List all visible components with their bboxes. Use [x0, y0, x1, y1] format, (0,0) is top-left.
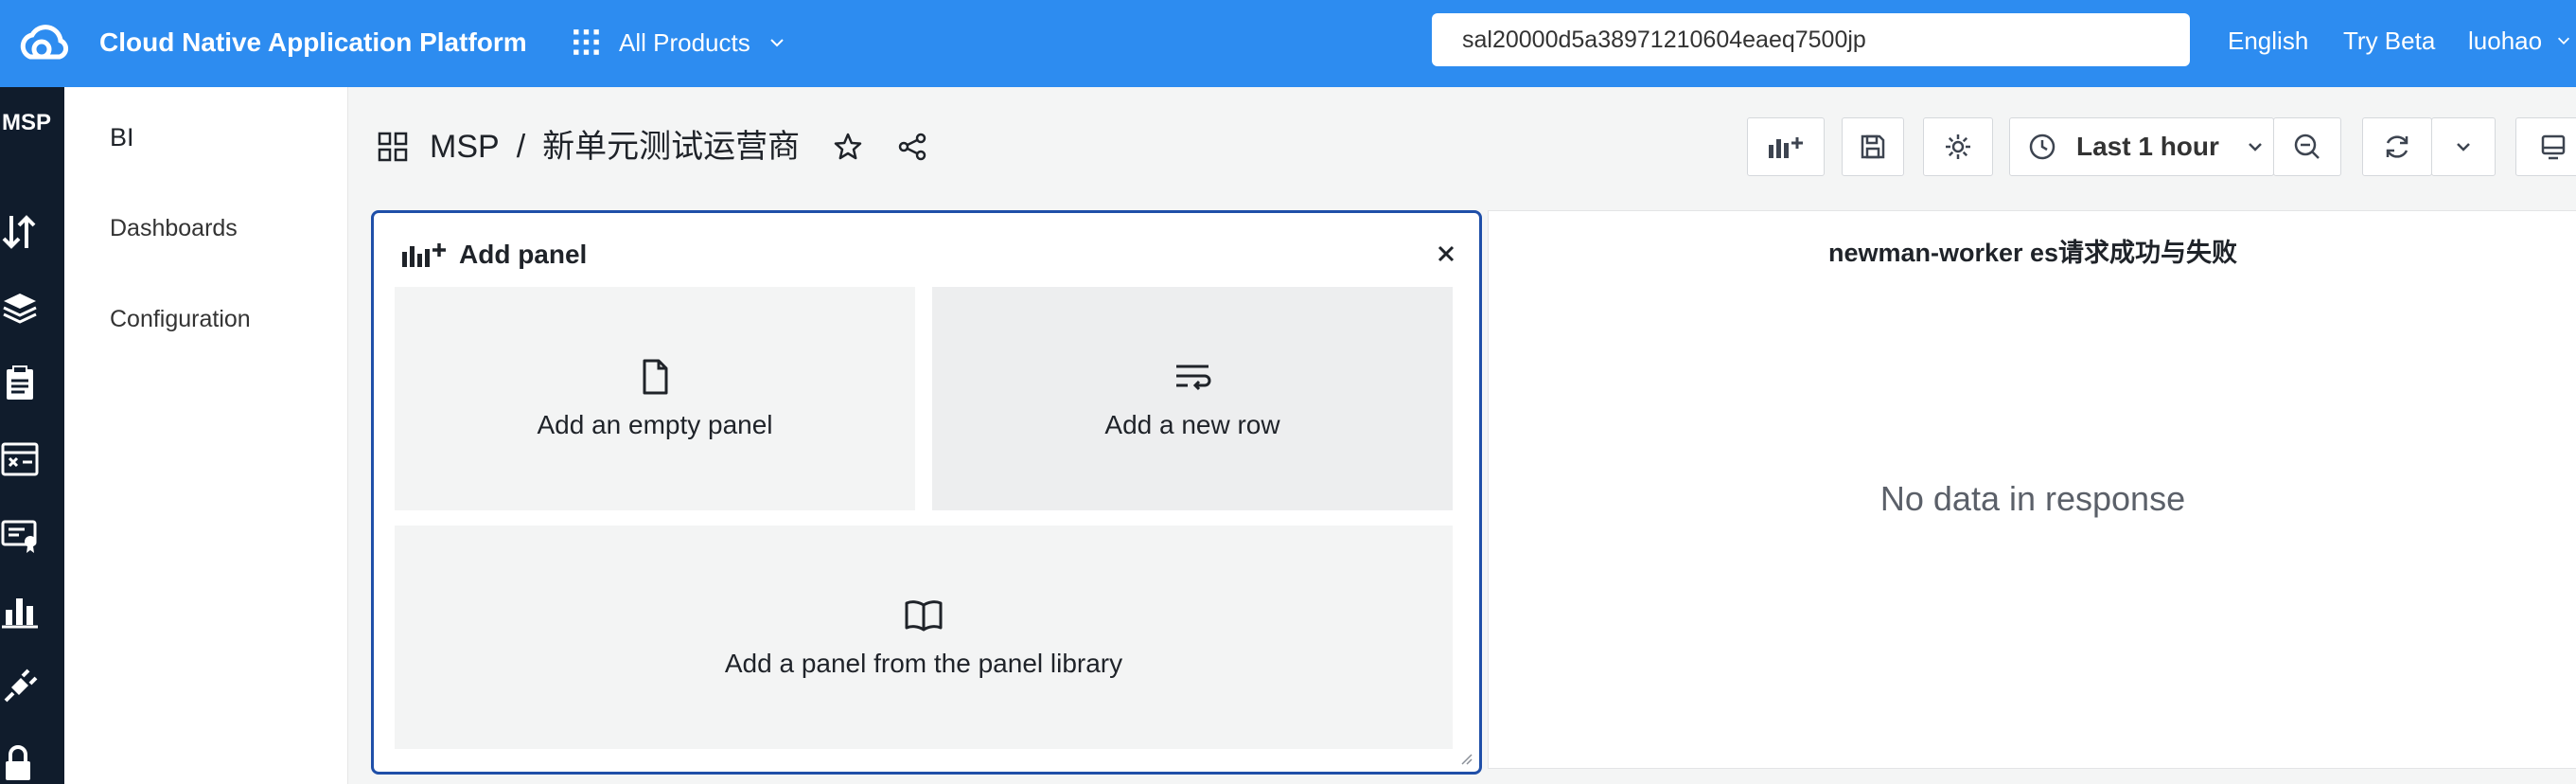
plug-icon[interactable]: [0, 667, 40, 706]
all-products-menu[interactable]: All Products: [572, 21, 786, 64]
add-panel-icon: [402, 243, 446, 267]
user-name: luohao: [2468, 27, 2543, 55]
breadcrumb-root[interactable]: MSP: [430, 127, 500, 167]
chevron-down-icon: [770, 39, 784, 47]
sidebar-section-title: BI: [110, 123, 134, 151]
file-icon: [643, 359, 668, 395]
bar-chart-icon[interactable]: [0, 591, 40, 631]
secondary-sidebar: BI Dashboards Configuration: [64, 87, 348, 784]
add-library-panel-label: Add a panel from the panel library: [724, 649, 1123, 678]
monitor-icon: [2541, 134, 2566, 160]
zoom-out-icon: [2294, 134, 2320, 159]
add-empty-panel-option[interactable]: Add an empty panel: [395, 287, 915, 510]
no-data-message: No data in response: [1879, 479, 2186, 518]
certificate-icon[interactable]: [0, 515, 40, 555]
wrap-lines-icon: [1176, 365, 1211, 391]
tv-mode-button[interactable]: [2515, 117, 2576, 176]
dashboard-title[interactable]: 新单元测试运营商: [542, 127, 800, 167]
share-icon[interactable]: [896, 131, 928, 163]
try-beta-link[interactable]: Try Beta: [2343, 25, 2435, 57]
add-library-panel-option[interactable]: Add a panel from the panel library: [395, 526, 1453, 749]
product-rail: MSP: [0, 87, 64, 784]
graph-panel[interactable]: newman-worker es请求成功与失败 No data in respo…: [1488, 210, 2576, 769]
app-title: Cloud Native Application Platform: [99, 27, 527, 57]
apps-grid-icon: [573, 29, 599, 55]
add-empty-panel-label: Add an empty panel: [537, 410, 773, 439]
traffic-icon[interactable]: [0, 212, 40, 252]
lock-icon[interactable]: [0, 742, 40, 782]
refresh-button[interactable]: [2362, 117, 2432, 176]
top-navigation-bar: Cloud Native Application Platform All Pr…: [0, 0, 2576, 87]
dashboard-settings-button[interactable]: [1923, 117, 1993, 176]
chevron-down-icon: [2249, 143, 2262, 151]
add-new-row-option[interactable]: Add a new row: [932, 287, 1453, 510]
refresh-interval-dropdown[interactable]: [2431, 117, 2496, 176]
add-panel-header: Add panel: [400, 240, 587, 270]
star-icon[interactable]: [832, 131, 864, 163]
search-input[interactable]: sal20000d5a38971210604eaeq7500jp: [1432, 13, 2190, 66]
resize-handle-icon[interactable]: [1460, 753, 1473, 766]
add-panel-button[interactable]: [1747, 117, 1825, 176]
search-input-value: sal20000d5a38971210604eaeq7500jp: [1462, 26, 1866, 53]
close-icon[interactable]: [1432, 240, 1460, 268]
layers-icon[interactable]: [0, 288, 40, 328]
dashboard-main: MSP / 新单元测试运营商 Last 1 hour Add panel Add…: [348, 87, 2576, 784]
add-new-row-label: Add a new row: [1104, 410, 1280, 439]
cloud-logo-icon[interactable]: [13, 15, 72, 72]
breadcrumb-separator: /: [516, 129, 526, 165]
clock-icon: [2029, 134, 2056, 160]
chevron-down-icon: [2558, 37, 2570, 45]
time-range-picker[interactable]: Last 1 hour: [2009, 117, 2274, 176]
dashboard-grid-icon[interactable]: [377, 131, 409, 163]
rail-title: MSP: [2, 110, 52, 135]
topology-icon[interactable]: [0, 439, 40, 479]
add-panel-icon: [1769, 137, 1803, 158]
language-switch[interactable]: English: [2228, 25, 2308, 57]
breadcrumb: MSP / 新单元测试运营商: [377, 127, 928, 167]
gear-icon: [1946, 134, 1970, 159]
sidebar-item-configuration[interactable]: Configuration: [110, 303, 251, 335]
save-dashboard-button[interactable]: [1842, 117, 1904, 176]
all-products-label: All Products: [619, 27, 750, 57]
add-panel-title: Add panel: [459, 240, 588, 269]
panel-title[interactable]: newman-worker es请求成功与失败: [1489, 232, 2576, 269]
add-panel-widget: Add panel Add an empty panel Add a new r…: [371, 210, 1482, 775]
chevron-down-icon: [2457, 143, 2470, 151]
refresh-icon: [2386, 135, 2408, 158]
clipboard-icon[interactable]: [0, 364, 40, 403]
save-icon: [1861, 134, 1885, 159]
time-range-label: Last 1 hour: [2076, 132, 2219, 161]
zoom-out-button[interactable]: [2273, 117, 2341, 176]
sidebar-item-dashboards[interactable]: Dashboards: [110, 212, 238, 244]
user-menu[interactable]: luohao: [2468, 25, 2572, 57]
book-icon: [905, 600, 943, 632]
